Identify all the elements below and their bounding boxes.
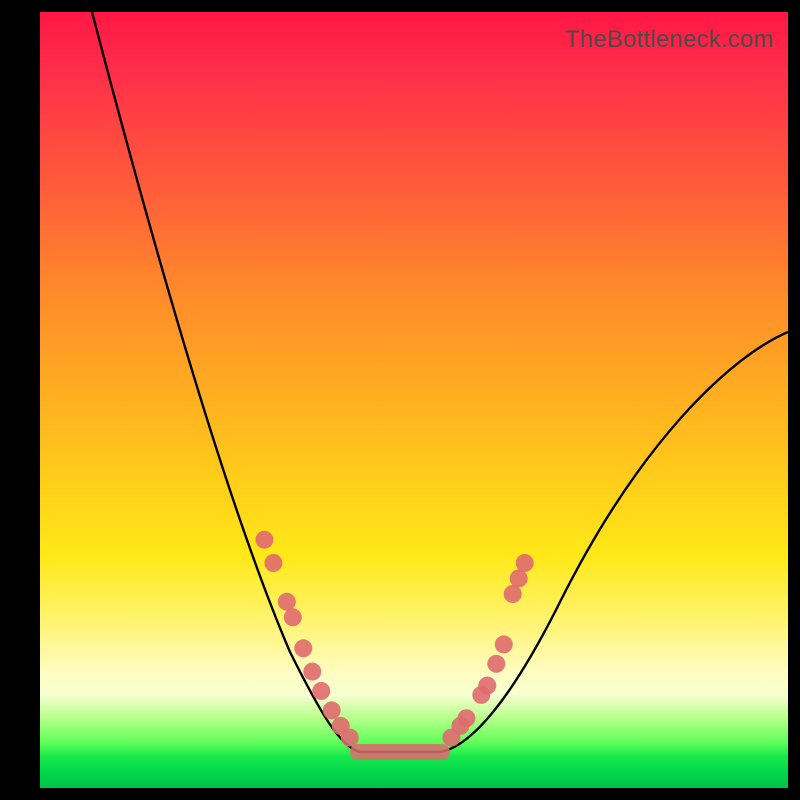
curve-marker [457,709,475,727]
valley-band [350,744,450,760]
curve-marker [495,635,513,653]
curve-marker [487,655,505,673]
curve-marker [504,585,522,603]
bottleneck-curve [40,12,788,788]
curve-marker [278,593,296,611]
curve-marker [516,554,534,572]
curve-marker [341,729,359,747]
curve-marker [264,554,282,572]
plot-area: TheBottleneck.com [40,12,788,788]
curve-marker [312,682,330,700]
curve-marker [303,663,321,681]
curve-marker [478,677,496,695]
markers-left-group [255,531,358,747]
curve-marker [284,608,302,626]
curve-marker [294,639,312,657]
curve-marker [510,570,528,588]
curve-marker [323,701,341,719]
chart-frame: TheBottleneck.com [0,0,800,800]
curve-marker [255,531,273,549]
curve-path [92,12,788,752]
